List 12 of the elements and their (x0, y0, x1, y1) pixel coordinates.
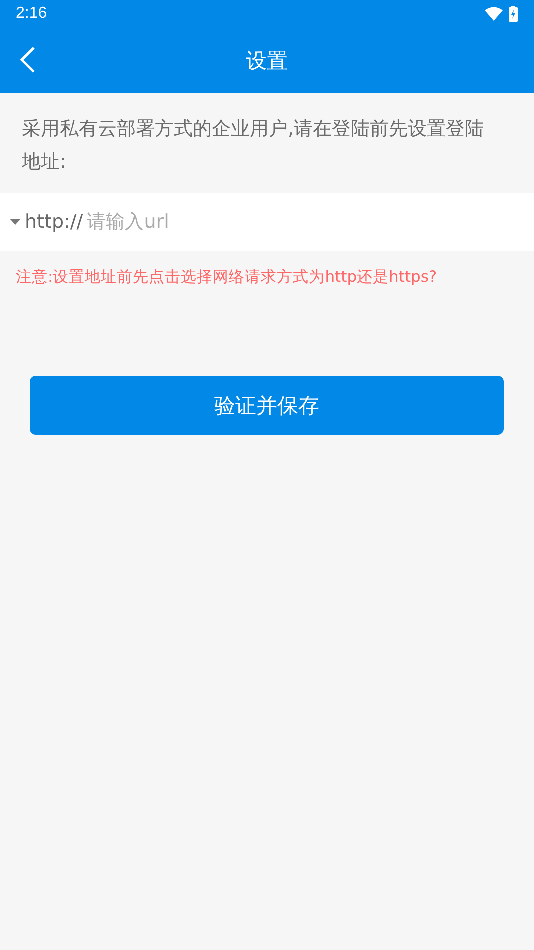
dropdown-icon (10, 219, 21, 225)
url-input-field[interactable]: 请输入url (87, 211, 524, 233)
status-time: 2:16 (16, 5, 48, 23)
battery-icon (509, 6, 518, 22)
url-field[interactable]: http:// 请输入url (0, 193, 534, 251)
warning-note: 注意:设置地址前先点击选择网络请求方式为http还是https? (15, 267, 438, 288)
back-icon (20, 47, 36, 73)
wifi-icon (485, 7, 503, 21)
verify-save-button[interactable]: 验证并保存 (30, 376, 504, 435)
instruction-text: 采用私有云部署方式的企业用户,请在登陆前先设置登陆地址: (21, 117, 486, 175)
protocol-selector[interactable]: http:// (10, 211, 84, 233)
page-title: 设置 (246, 48, 288, 74)
